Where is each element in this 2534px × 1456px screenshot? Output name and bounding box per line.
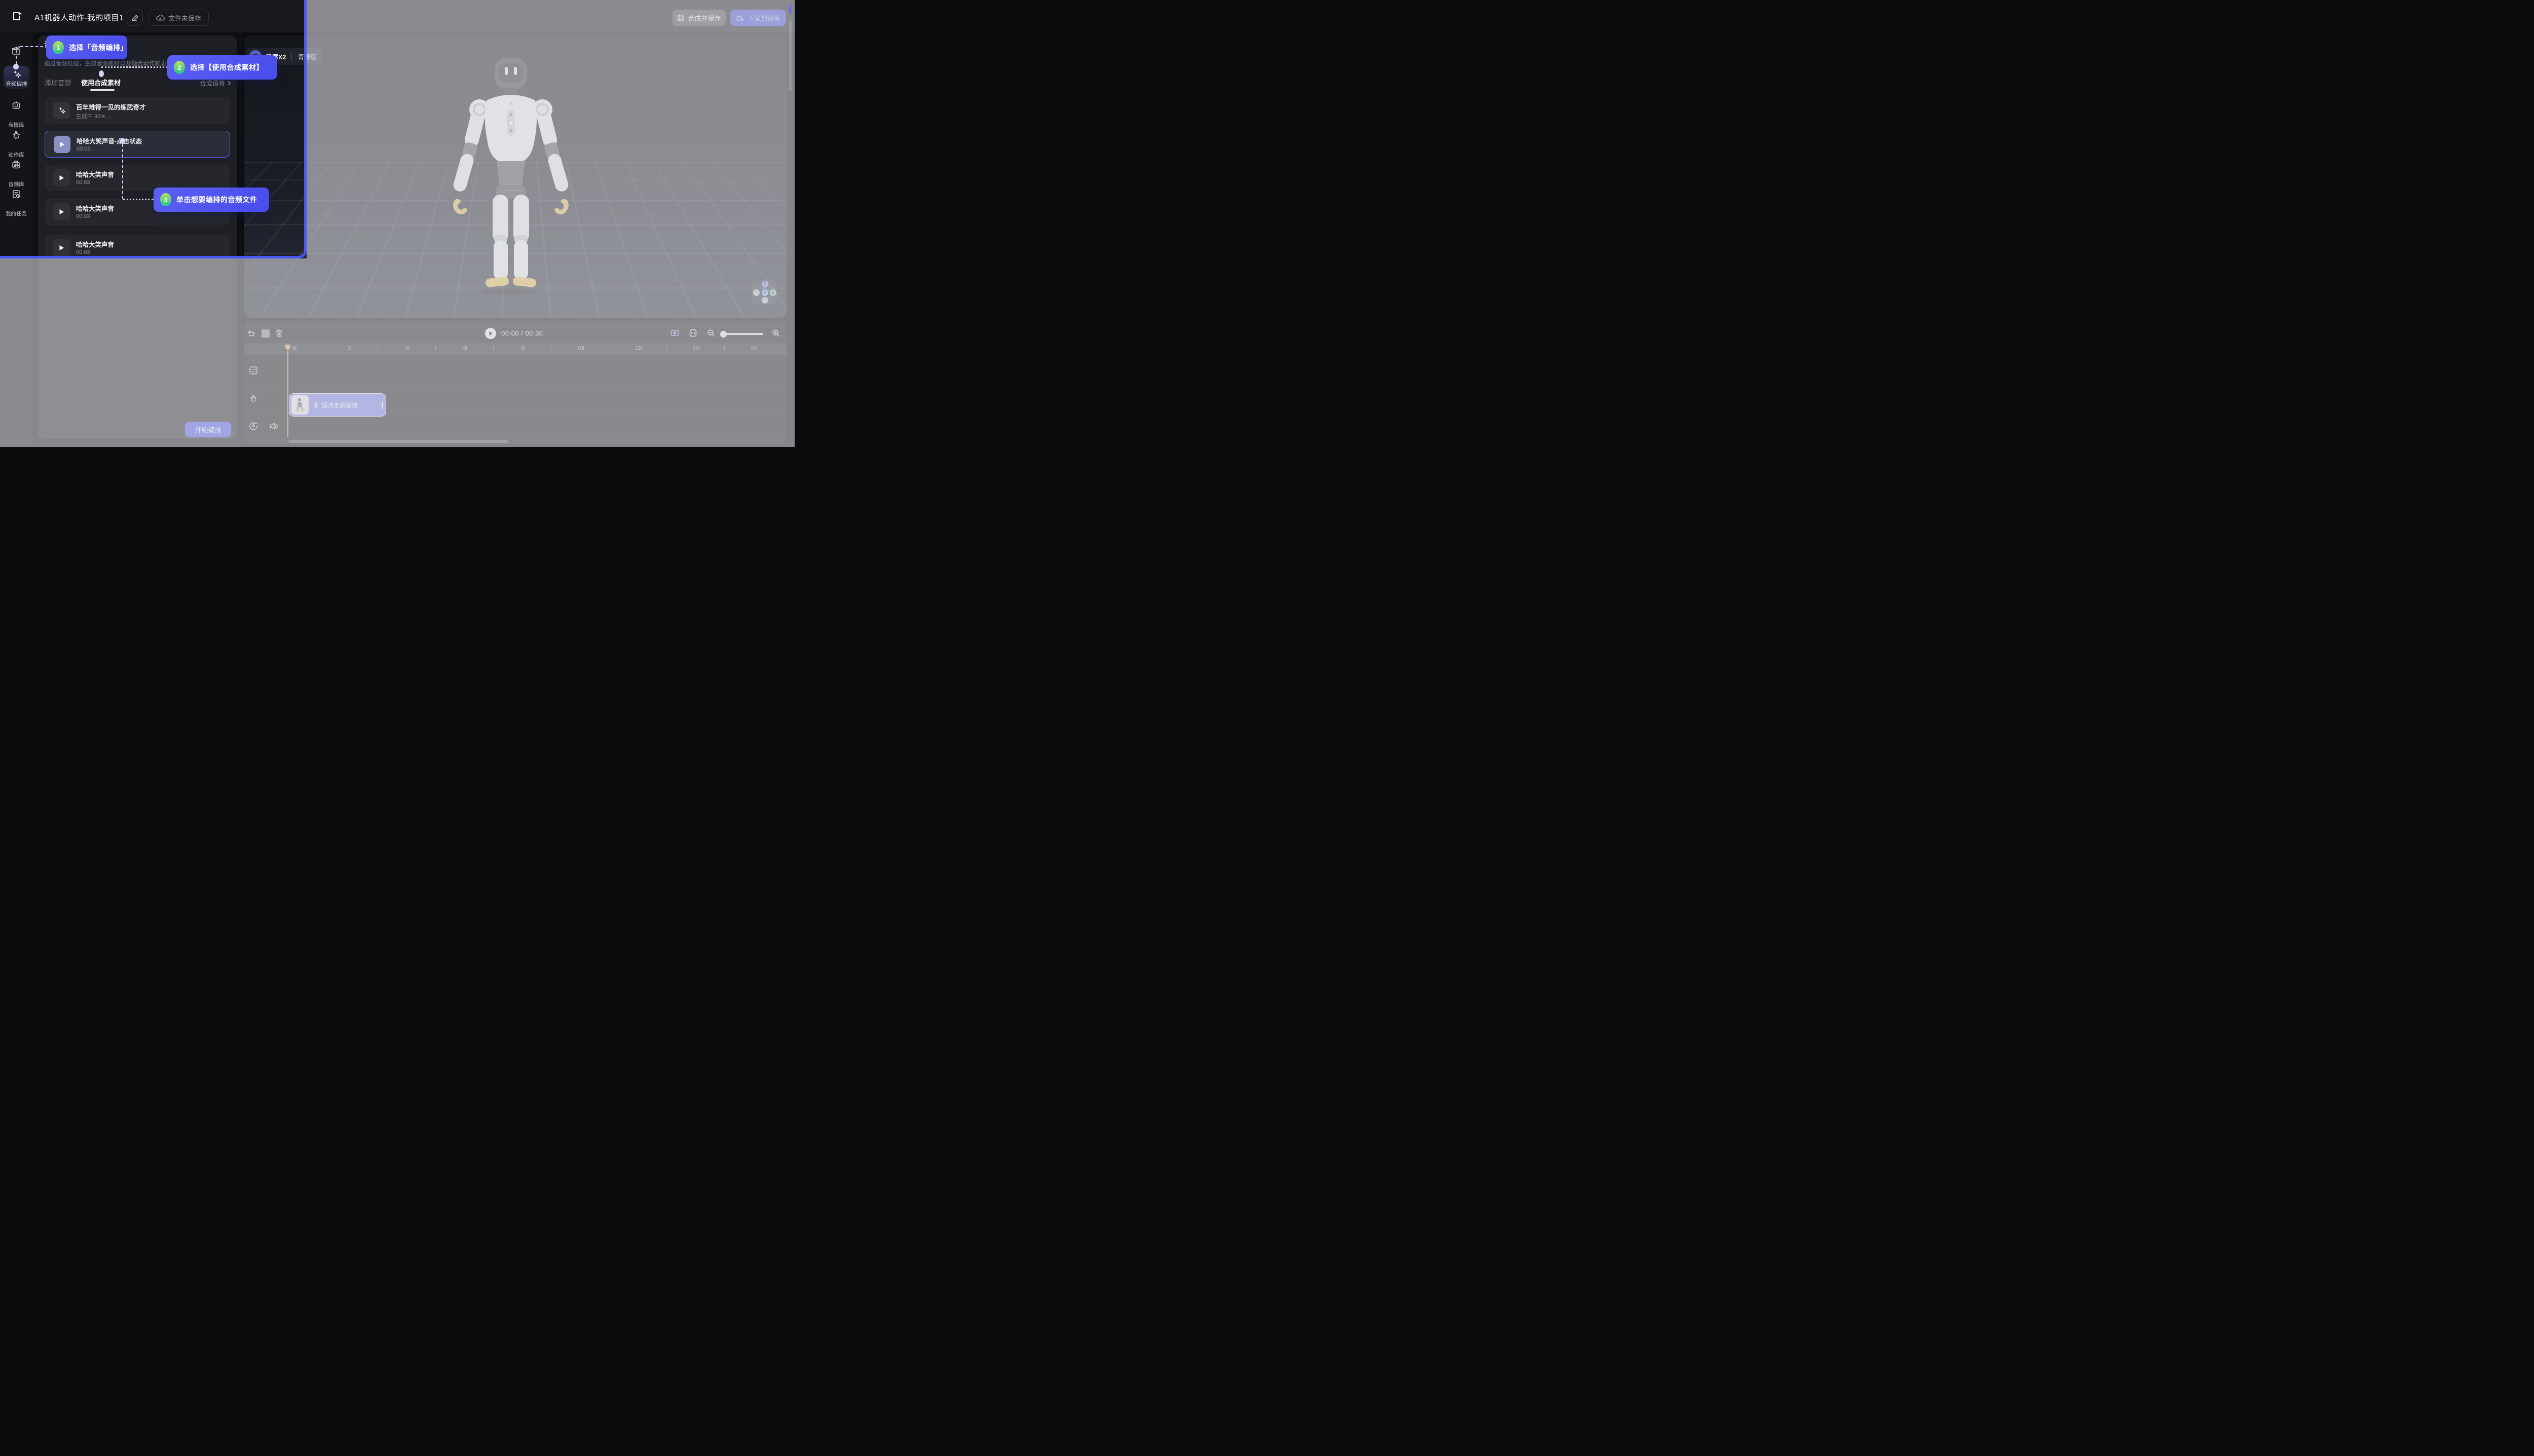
audio-item-title: 哈哈大笑声音 <box>76 203 114 213</box>
tutorial-connector-dot <box>120 138 125 144</box>
sidebar-item-action-library[interactable]: 动作库 <box>0 130 32 157</box>
app-logo-icon <box>11 10 23 22</box>
step-text: 选择【使用合成素材】 <box>190 62 264 72</box>
dim-overlay-right <box>307 0 795 447</box>
task-list-clock-icon <box>11 189 21 199</box>
sidebar-item-label: 动作库 <box>0 151 32 159</box>
app-window: A1机器人动作-我的项目1 文件未保存 <box>0 0 795 447</box>
audio-item-duration: 00:03 <box>76 213 90 219</box>
chevron-right-icon <box>227 81 232 86</box>
tutorial-connector <box>101 66 167 68</box>
project-title: A1机器人动作-我的项目1 <box>34 12 124 23</box>
tutorial-connector <box>123 199 154 200</box>
tutorial-step-3: 3 单击想要编排的音频文件 <box>154 188 269 212</box>
tab-use-synth-material[interactable]: 使用合成素材 <box>81 78 121 87</box>
file-save-status[interactable]: 文件未保存 <box>148 10 209 26</box>
audio-item-title: 哈哈大笑声音 <box>76 169 114 179</box>
sparkles-icon <box>12 69 21 79</box>
play-icon[interactable] <box>53 169 70 186</box>
badge-divider: │ <box>290 53 294 60</box>
sidebar-item-label: 我的任务 <box>0 210 32 217</box>
step-text: 选择「音频编排」 <box>69 43 128 53</box>
vertical-scrollbar-thumb[interactable] <box>789 5 792 14</box>
save-status-label: 文件未保存 <box>168 13 201 23</box>
sidebar-item-label: 音频库 <box>0 180 32 188</box>
sidebar-item-label: 表情库 <box>0 121 32 129</box>
audio-item-generating[interactable]: 百年难得一见的练武奇才 生成中 30% ... <box>45 97 230 124</box>
audio-item-title: 哈哈大笑声音 <box>76 239 114 249</box>
audio-item[interactable]: 哈哈大笑声音 00:03 <box>45 235 230 261</box>
tutorial-connector <box>122 144 123 199</box>
sidebar-item-audio-library[interactable]: 音频库 <box>0 160 32 186</box>
audio-item-title: 百年难得一见的练武奇才 <box>76 102 146 111</box>
cloud-unsaved-icon <box>156 14 165 22</box>
sidebar-item-my-tasks[interactable]: 我的任务 <box>0 189 32 215</box>
rename-button[interactable] <box>127 10 143 26</box>
step-text: 单击想要编排的音频文件 <box>176 195 257 205</box>
sidebar-item-label: 音频编排 <box>1 80 33 88</box>
tutorial-connector <box>20 46 48 47</box>
audio-item-duration: 00:03 <box>76 179 90 185</box>
music-box-icon <box>11 160 21 170</box>
sparkles-icon <box>53 102 70 119</box>
tutorial-step-1: 1 选择「音频编排」 <box>46 35 127 59</box>
vertical-scrollbar-track[interactable] <box>789 20 792 91</box>
audio-item-title: 哈哈大笑声音-点击状态 <box>77 136 142 145</box>
audio-item-duration: 00:03 <box>77 146 91 152</box>
step-number-badge: 3 <box>160 193 171 206</box>
audio-item-duration: 00:03 <box>76 249 90 255</box>
audio-item-status: 生成中 30% ... <box>76 112 111 120</box>
audio-item-selected[interactable]: 哈哈大笑声音-点击状态 00:03 <box>45 131 230 158</box>
tutorial-connector <box>16 50 17 64</box>
play-icon[interactable] <box>54 136 70 153</box>
play-icon[interactable] <box>53 239 70 256</box>
pencil-icon <box>131 14 139 22</box>
play-icon[interactable] <box>53 203 70 220</box>
tab-add-audio[interactable]: 添加音频 <box>45 78 71 87</box>
step-number-badge: 2 <box>174 61 185 74</box>
tab-active-underline <box>90 89 115 91</box>
dim-overlay-bottom <box>0 258 307 447</box>
step-number-badge: 1 <box>53 41 64 54</box>
sidebar-item-expression-library[interactable]: 表情库 <box>0 100 32 127</box>
robot-face-icon <box>11 100 21 110</box>
tutorial-step-2: 2 选择【使用合成素材】 <box>167 55 277 80</box>
tutorial-connector-dot <box>99 70 104 77</box>
person-icon <box>11 130 21 140</box>
tutorial-connector-dot <box>13 64 19 69</box>
